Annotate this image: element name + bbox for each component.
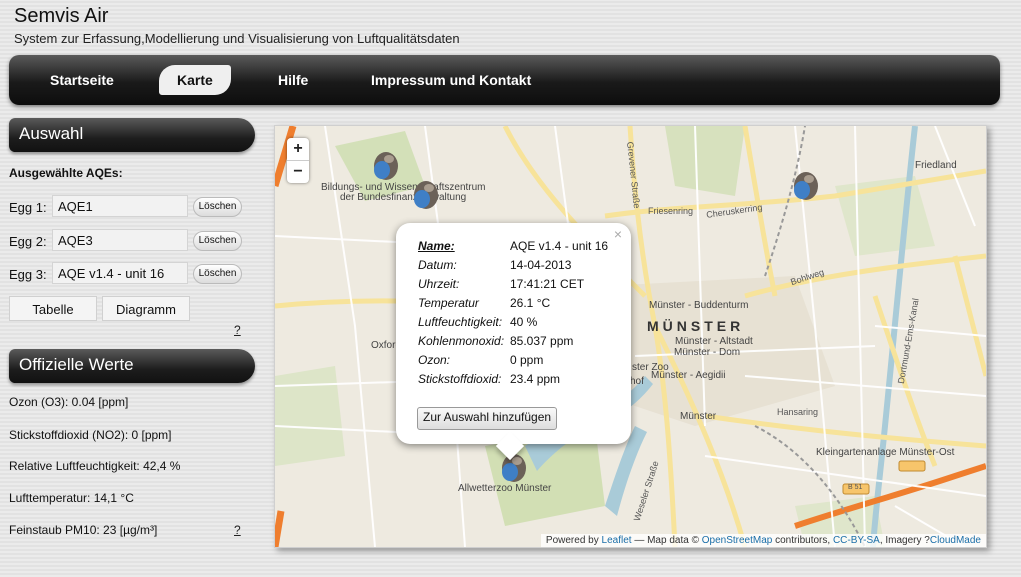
nav-hilfe[interactable]: Hilfe bbox=[260, 65, 326, 95]
add-to-selection-button[interactable]: Zur Auswahl hinzufügen bbox=[417, 407, 558, 430]
auswahl-help-link[interactable]: ? bbox=[234, 323, 241, 337]
popup-key: Ozon: bbox=[418, 352, 451, 367]
map-label-b51: B 51 bbox=[848, 484, 863, 491]
map-label-city: MÜNSTER bbox=[647, 318, 745, 334]
popup-key: Temperatur bbox=[418, 295, 479, 310]
map-label-kleingarten: Kleingartenanlage Münster-Ost bbox=[816, 447, 955, 458]
egg-1-label: Egg 1: bbox=[9, 200, 47, 215]
map-label-hof: hof bbox=[630, 376, 644, 387]
attribution-imagery: , Imagery ? bbox=[879, 535, 930, 546]
egg-marker-icon[interactable] bbox=[500, 453, 528, 483]
map-label-zoo-short: ster Zoo bbox=[632, 362, 669, 373]
attribution-powered: Powered by bbox=[545, 535, 599, 546]
popup-key: Stickstoffdioxid: bbox=[418, 371, 502, 386]
main-navigation: Startseite Karte Hilfe Impressum und Kon… bbox=[9, 55, 1000, 105]
leaflet-link[interactable]: Leaflet bbox=[602, 535, 632, 546]
license-link[interactable]: CC-BY-SA bbox=[833, 535, 880, 546]
nav-karte[interactable]: Karte bbox=[159, 65, 231, 95]
map-label-muenster: Münster bbox=[680, 411, 717, 422]
map-label-friesenring: Friesenring bbox=[648, 206, 694, 216]
value-humidity: Relative Luftfeuchtigkeit: 42,4 % bbox=[9, 459, 181, 473]
selected-aqes-label: Ausgewählte AQEs: bbox=[9, 166, 123, 180]
popup-details-table: Name: AQE v1.4 - unit 16 Datum: 14-04-2013… bbox=[418, 236, 608, 388]
popup-key: Name: bbox=[418, 238, 455, 253]
zoom-out-button[interactable]: − bbox=[287, 160, 309, 183]
value-pm10: Feinstaub PM10: 23 [µg/m³] bbox=[9, 523, 158, 537]
egg-2-field[interactable]: AQE3 bbox=[52, 229, 188, 251]
map-label-altstadt: Münster - Altstadt bbox=[675, 336, 753, 347]
table-row: Temperatur 26.1 °C bbox=[418, 293, 608, 312]
popup-key: Datum: bbox=[418, 257, 457, 272]
popup-key: Kohlenmonoxid: bbox=[418, 333, 505, 348]
official-help-link[interactable]: ? bbox=[234, 523, 241, 537]
popup-key: Uhrzeit: bbox=[418, 276, 460, 291]
table-row: Kohlenmonoxid: 85.037 ppm bbox=[418, 331, 608, 350]
value-no2: Stickstoffdioxid (NO2): 0 [ppm] bbox=[9, 428, 172, 442]
popup-key: Luftfeuchtigkeit: bbox=[418, 314, 503, 329]
sensor-popup: × Name: AQE v1.4 - unit 16 Datum: 14-04-20… bbox=[396, 223, 631, 461]
map-label-buddenturm: Münster - Buddenturm bbox=[649, 300, 749, 311]
auswahl-header: Auswahl bbox=[9, 118, 255, 152]
nav-startseite[interactable]: Startseite bbox=[32, 65, 132, 95]
egg-marker-icon[interactable] bbox=[792, 171, 820, 201]
popup-value: 14-04-2013 bbox=[510, 257, 572, 272]
egg-marker-icon[interactable] bbox=[412, 180, 440, 210]
table-row: Ozon: 0 ppm bbox=[418, 350, 608, 369]
egg-2-delete-button[interactable]: Löschen bbox=[193, 231, 242, 251]
value-temperature: Lufttemperatur: 14,1 °C bbox=[9, 491, 134, 505]
popup-value: 23.4 ppm bbox=[510, 371, 561, 386]
popup-value: 40 % bbox=[510, 314, 538, 329]
app-title: Semvis Air bbox=[14, 5, 109, 27]
app-subtitle: System zur Erfassung,Modellierung und Vi… bbox=[14, 31, 460, 46]
egg-3-label: Egg 3: bbox=[9, 267, 47, 282]
popup-close-icon[interactable]: × bbox=[614, 226, 622, 242]
egg-marker-icon[interactable] bbox=[372, 151, 400, 181]
map-view[interactable]: Bildungs- und Wissenschaftszentrum der B… bbox=[274, 125, 987, 548]
egg-3-field[interactable]: AQE v1.4 - unit 16 bbox=[52, 262, 188, 284]
popup-value: 26.1 °C bbox=[510, 295, 551, 310]
osm-link[interactable]: OpenStreetMap bbox=[702, 535, 773, 546]
attribution-contributors: contributors, bbox=[775, 535, 831, 546]
zoom-in-button[interactable]: + bbox=[287, 138, 309, 160]
cloudmade-link[interactable]: CloudMade bbox=[930, 535, 981, 546]
table-row: Datum: 14-04-2013 bbox=[418, 255, 608, 274]
nav-impressum[interactable]: Impressum und Kontakt bbox=[353, 65, 549, 95]
zoom-control: + − bbox=[287, 138, 309, 183]
popup-value: 0 ppm bbox=[510, 352, 544, 367]
table-button[interactable]: Tabelle bbox=[9, 296, 97, 321]
map-label-hansaring: Hansaring bbox=[777, 407, 819, 417]
table-row: Stickstoffdioxid: 23.4 ppm bbox=[418, 369, 608, 388]
egg-2-label: Egg 2: bbox=[9, 234, 47, 249]
map-label-zoo: Allwetterzoo Münster bbox=[458, 483, 552, 494]
popup-value: 85.037 ppm bbox=[510, 333, 574, 348]
value-ozone: Ozon (O3): 0.04 [ppm] bbox=[9, 395, 129, 409]
egg-1-delete-button[interactable]: Löschen bbox=[193, 197, 242, 217]
map-attribution: Powered by Leaflet — Map data © OpenStre… bbox=[540, 534, 986, 547]
map-label-friedland: Friedland bbox=[915, 160, 957, 171]
table-row: Name: AQE v1.4 - unit 16 bbox=[418, 236, 608, 255]
table-row: Luftfeuchtigkeit: 40 % bbox=[418, 312, 608, 331]
official-values-header: Offizielle Werte bbox=[9, 349, 255, 383]
map-label-bildung2: der Bundesfinanzverwaltung bbox=[340, 192, 467, 203]
diagram-button[interactable]: Diagramm bbox=[102, 296, 190, 321]
attribution-mapdata: — Map data © bbox=[634, 535, 699, 546]
popup-value: AQE v1.4 - unit 16 bbox=[510, 238, 609, 253]
table-row: Uhrzeit: 17:41:21 CET bbox=[418, 274, 608, 293]
egg-1-field[interactable]: AQE1 bbox=[52, 195, 188, 217]
egg-3-delete-button[interactable]: Löschen bbox=[193, 264, 242, 284]
map-label-dom: Münster - Dom bbox=[674, 347, 741, 358]
popup-value: 17:41:21 CET bbox=[510, 276, 585, 291]
